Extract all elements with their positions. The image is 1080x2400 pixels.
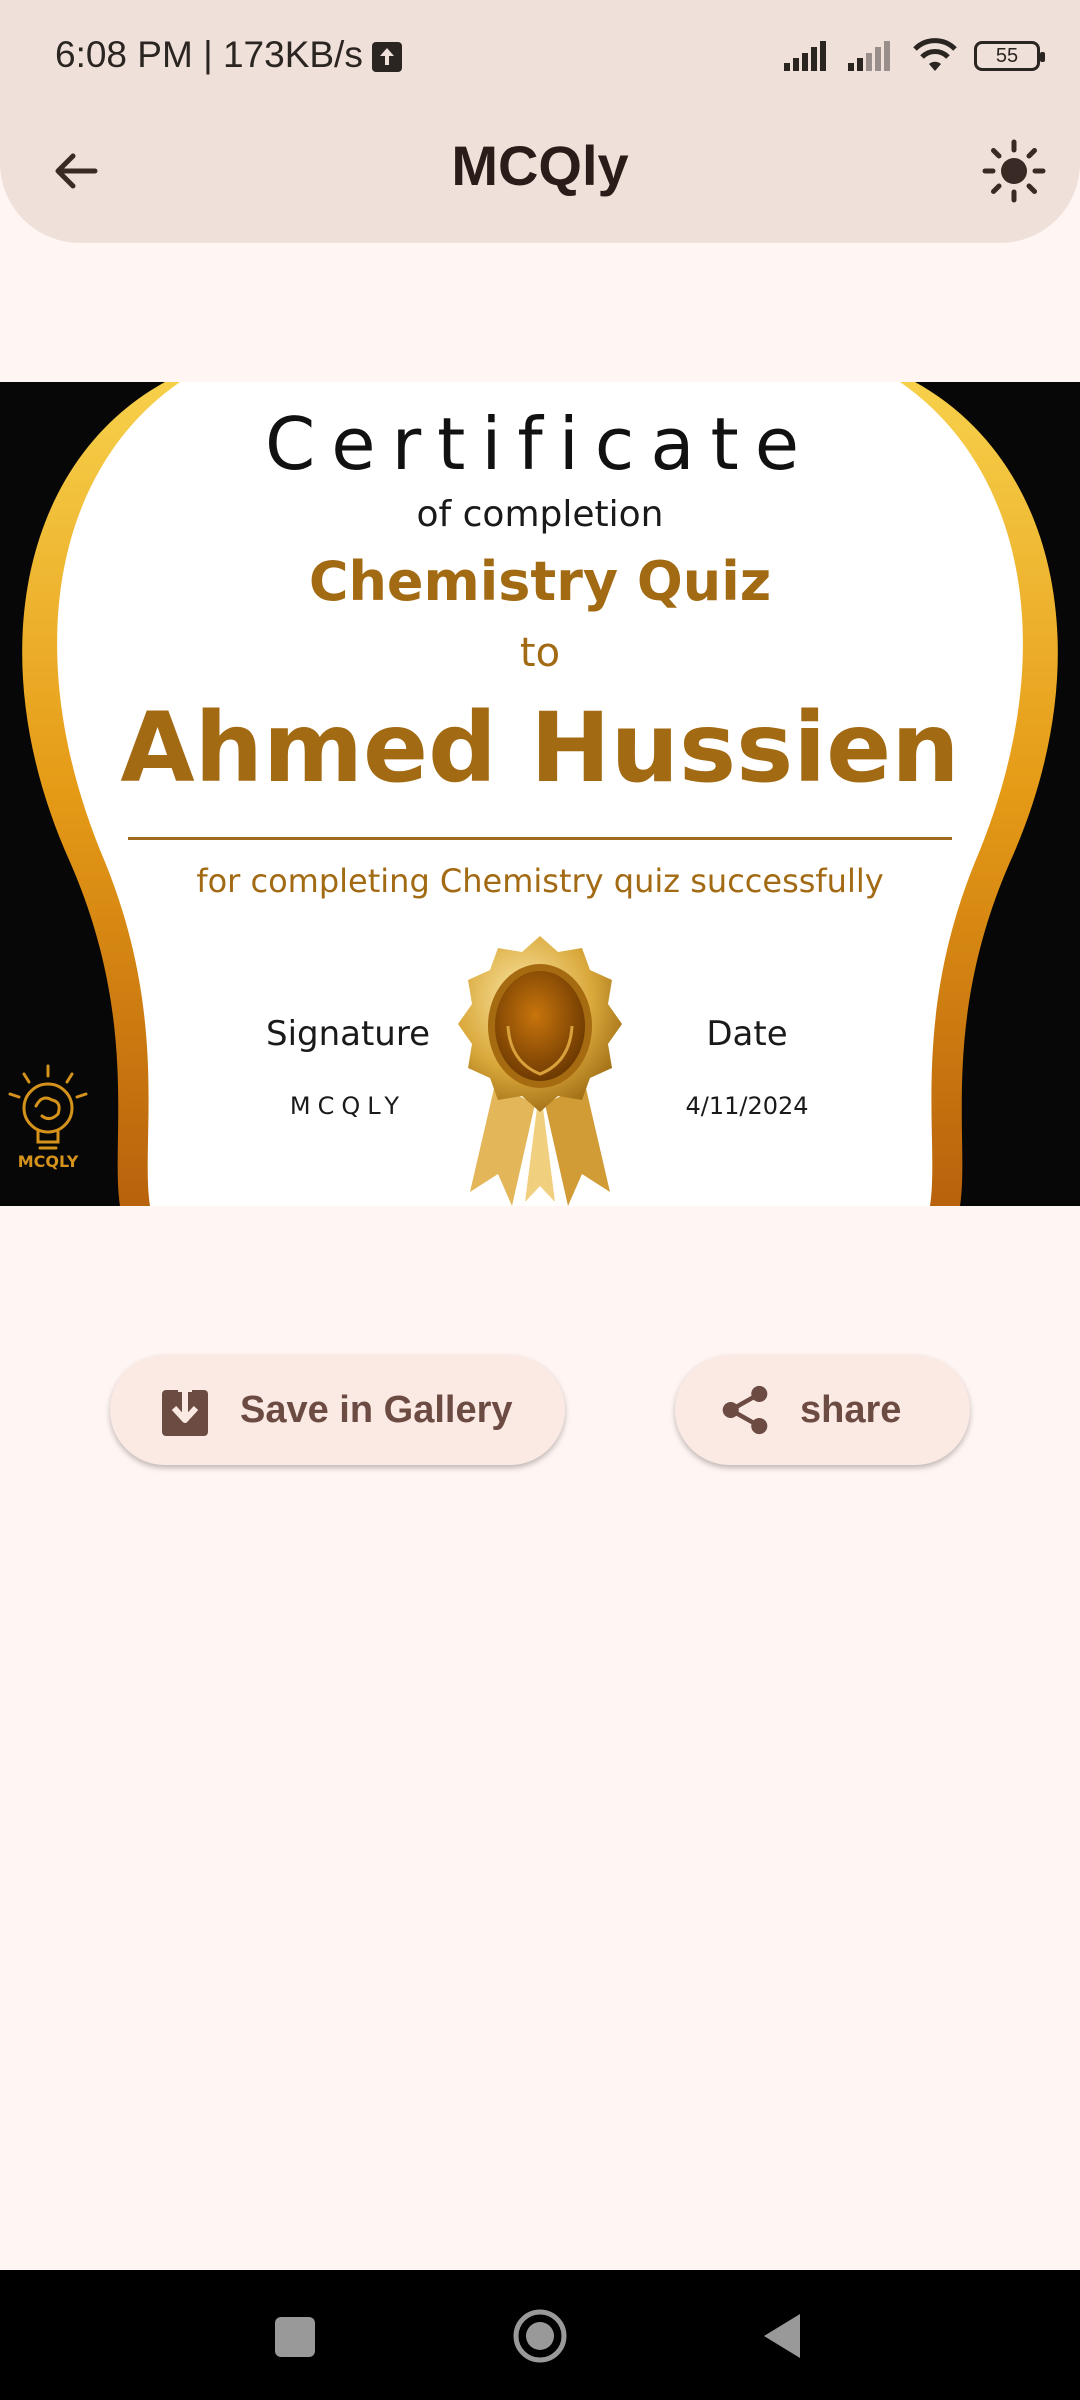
date-label: Date: [706, 1014, 788, 1054]
certificate-to: to: [519, 630, 561, 676]
signal-icon: [784, 41, 826, 71]
share-icon: [720, 1382, 770, 1438]
upload-icon: [372, 42, 402, 72]
back-nav-button[interactable]: [760, 2310, 804, 2362]
logo-text: MCQLY: [17, 1152, 79, 1171]
download-icon: [160, 1382, 210, 1438]
sun-icon: [982, 139, 1046, 203]
award-seal-icon: [458, 936, 622, 1206]
certificate-subtitle: of completion: [416, 494, 664, 535]
save-in-gallery-label: Save in Gallery: [240, 1388, 513, 1431]
app-bar: MCQly: [0, 115, 1080, 220]
recipient-name: Ahmed Hussien: [120, 692, 960, 804]
status-bar: 6:08 PM | 173KB/s 55: [0, 0, 1080, 115]
app-title: MCQly: [451, 134, 629, 197]
theme-toggle-button[interactable]: [976, 133, 1052, 209]
share-button[interactable]: share: [675, 1355, 970, 1465]
status-time: 6:08 PM | 173KB/s: [55, 34, 363, 75]
date-value: 4/11/2024: [685, 1092, 809, 1120]
status-icons: 55: [782, 36, 1045, 76]
certificate: Certificate of completion Chemistry Quiz…: [0, 382, 1080, 1206]
quiz-name: Chemistry Quiz: [308, 550, 772, 613]
navigation-bar: [0, 2270, 1080, 2400]
certificate-title: Certificate: [265, 402, 815, 486]
battery-level: 55: [995, 44, 1019, 67]
share-label: share: [800, 1388, 902, 1431]
battery-icon: 55: [974, 41, 1045, 71]
recent-apps-button[interactable]: [275, 2317, 315, 2357]
save-in-gallery-button[interactable]: Save in Gallery: [110, 1355, 565, 1465]
signal-2-icon: [848, 41, 890, 71]
wifi-icon: [913, 38, 957, 71]
certificate-description: for completing Chemistry quiz successful…: [196, 862, 884, 900]
home-button[interactable]: [512, 2308, 568, 2364]
signature-label: Signature: [265, 1014, 431, 1054]
divider: [128, 837, 952, 840]
signature-value: MCQLY: [289, 1092, 407, 1120]
